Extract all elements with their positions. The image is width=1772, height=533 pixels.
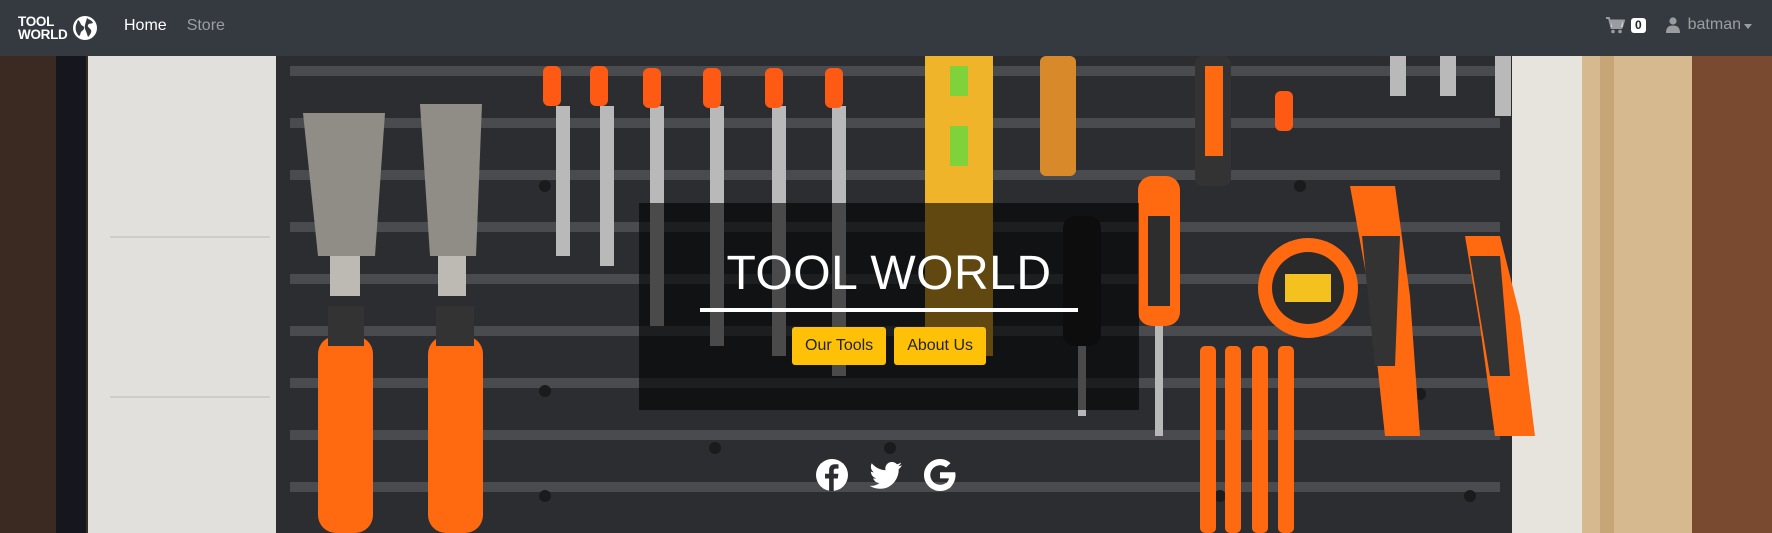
- chevron-down-icon: [1744, 23, 1752, 29]
- user-name: batman: [1687, 16, 1741, 33]
- social-links: [815, 458, 957, 492]
- cart-button[interactable]: 0: [1605, 16, 1646, 34]
- hero-title: TOOL WORLD: [726, 247, 1052, 300]
- hero-buttons: Our Tools About Us: [639, 327, 1139, 365]
- cart-icon: [1605, 16, 1625, 33]
- user-icon: [1665, 17, 1680, 33]
- nav-right: 0 batman: [1605, 16, 1752, 34]
- nav-link-home[interactable]: Home: [124, 17, 167, 35]
- our-tools-button[interactable]: Our Tools: [792, 327, 887, 365]
- globe-icon: [72, 16, 97, 40]
- nav-link-store[interactable]: Store: [187, 17, 225, 35]
- cart-count-badge: 0: [1630, 17, 1646, 33]
- hero-panel: TOOL WORLD Our Tools About Us: [639, 203, 1139, 410]
- brand-line-2: WORLD: [18, 27, 68, 42]
- hero-divider: [700, 308, 1078, 312]
- brand-logo[interactable]: TOOL WORLD: [18, 12, 100, 44]
- user-menu[interactable]: batman: [1665, 16, 1752, 34]
- brand-text: TOOL WORLD: [18, 15, 68, 42]
- twitter-icon[interactable]: [869, 458, 903, 492]
- navbar: TOOL WORLD Home Store 0 batman: [0, 0, 1772, 56]
- facebook-icon[interactable]: [815, 458, 849, 492]
- hero-section: TOOL WORLD Our Tools About Us: [0, 56, 1772, 533]
- google-icon[interactable]: [923, 458, 957, 492]
- about-us-button[interactable]: About Us: [894, 327, 986, 365]
- nav-links: Home Store: [124, 17, 225, 35]
